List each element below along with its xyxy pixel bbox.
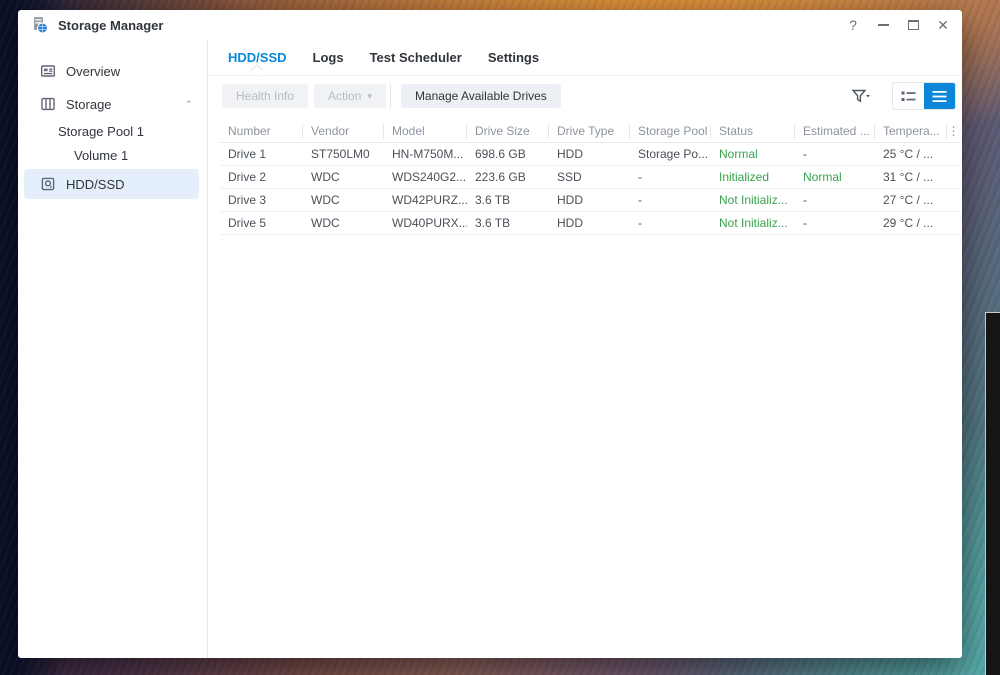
sidebar-item-overview[interactable]: Overview	[18, 56, 207, 86]
list-view-button[interactable]	[924, 83, 955, 109]
drive-table: Number Vendor Model Drive Size Drive Type Sto…	[220, 120, 960, 235]
table-cell: WDS240G2...	[392, 170, 467, 184]
maximize-icon	[907, 20, 919, 30]
table-row[interactable]: Drive 3 WDC WD42PURZ... 3.6 TB HDD - Not Initi…	[220, 189, 960, 212]
sidebar-item-label: Storage	[66, 96, 112, 112]
sidebar-item-label: Overview	[66, 63, 121, 79]
table-cell: HDD	[557, 193, 583, 207]
table-cell: -	[803, 193, 807, 207]
window-controls: ? ✕	[846, 18, 950, 32]
table-cell: SSD	[557, 170, 582, 184]
column-header-estimated[interactable]: Estimated ...	[795, 123, 875, 139]
detail-view-button[interactable]	[893, 83, 924, 109]
column-header-model[interactable]: Model	[384, 123, 467, 139]
main-content: HDD/SSD Logs Test Scheduler Settings Hea…	[208, 40, 962, 658]
storage-icon	[40, 96, 56, 112]
background-window-edge	[985, 312, 1000, 675]
toolbar-separator	[389, 84, 391, 108]
sidebar-item-hdd-ssd[interactable]: HDD/SSD	[24, 169, 199, 199]
table-cell: Drive 2	[228, 170, 267, 184]
drive-table-body: Drive 1 ST750LM0 HN-M750M... 698.6 GB HDD Sto…	[220, 143, 960, 235]
table-cell: 3.6 TB	[475, 193, 511, 207]
table-cell: WDC	[311, 193, 340, 207]
toolbar: Health Info Action ▾ Manage Available Dr…	[208, 76, 962, 116]
tab-logs[interactable]: Logs	[313, 50, 344, 65]
overview-icon	[40, 63, 56, 79]
minimize-icon	[877, 24, 889, 26]
table-cell: WDC	[311, 170, 340, 184]
minimize-button[interactable]	[876, 18, 890, 32]
table-cell: WDC	[311, 216, 340, 230]
tab-bar: HDD/SSD Logs Test Scheduler Settings	[208, 40, 962, 76]
table-cell: -	[803, 216, 807, 230]
table-header-row: Number Vendor Model Drive Size Drive Type Sto…	[220, 120, 960, 143]
tab-hdd-ssd[interactable]: HDD/SSD	[228, 50, 287, 65]
window-body: Overview Storage ⌃ Storage Pool 1 Volume…	[18, 40, 962, 658]
table-cell: HDD	[557, 216, 583, 230]
tab-settings[interactable]: Settings	[488, 50, 539, 65]
column-header-vendor[interactable]: Vendor	[303, 123, 384, 139]
chevron-up-icon[interactable]: ⌃	[185, 100, 193, 109]
table-cell: 27 °C / ...	[883, 193, 934, 207]
hdd-icon	[40, 176, 56, 192]
window-title: Storage Manager	[58, 17, 164, 33]
column-header-status[interactable]: Status	[711, 123, 795, 139]
caret-down-icon: ▾	[367, 90, 372, 101]
table-cell: Initialized	[719, 170, 770, 184]
table-cell: 29 °C / ...	[883, 216, 934, 230]
column-header-storage-pool[interactable]: Storage Pool	[630, 123, 711, 139]
table-row[interactable]: Drive 2 WDC WDS240G2... 223.6 GB SSD - Initial…	[220, 166, 960, 189]
table-cell: Storage Po...	[638, 147, 709, 161]
table-cell: -	[638, 170, 642, 184]
sidebar-item-volume-1[interactable]: Volume 1	[18, 143, 207, 167]
toolbar-right	[842, 82, 956, 110]
sidebar-item-storage-pool-1[interactable]: Storage Pool 1	[18, 119, 207, 143]
table-cell: Drive 5	[228, 216, 267, 230]
table-cell: ST750LM0	[311, 147, 370, 161]
view-toggle-group	[892, 82, 956, 110]
title-bar: Storage Manager ? ✕	[18, 10, 962, 40]
table-cell: 25 °C / ...	[883, 147, 934, 161]
column-options-icon[interactable]: ⋮	[947, 124, 960, 139]
table-cell: -	[803, 147, 807, 161]
action-button[interactable]: Action ▾	[314, 84, 386, 108]
maximize-button[interactable]	[906, 18, 920, 32]
close-button[interactable]: ✕	[936, 18, 950, 32]
table-row[interactable]: Drive 1 ST750LM0 HN-M750M... 698.6 GB HDD Sto…	[220, 143, 960, 166]
sidebar-item-storage[interactable]: Storage ⌃	[18, 89, 207, 119]
column-header-drive-size[interactable]: Drive Size	[467, 123, 549, 139]
storage-manager-window: Storage Manager ? ✕ Overview Storage ⌃ S…	[18, 10, 962, 658]
table-cell: 31 °C / ...	[883, 170, 934, 184]
manage-available-drives-button[interactable]: Manage Available Drives	[400, 84, 561, 108]
table-cell: 3.6 TB	[475, 216, 511, 230]
column-header-drive-type[interactable]: Drive Type	[549, 123, 630, 139]
table-cell: Normal	[719, 147, 758, 161]
table-cell: -	[638, 193, 642, 207]
help-button[interactable]: ?	[846, 18, 860, 32]
table-cell: WD40PURX...	[392, 216, 467, 230]
table-cell: WD42PURZ...	[392, 193, 467, 207]
tab-test-scheduler[interactable]: Test Scheduler	[370, 50, 462, 65]
table-cell: Drive 3	[228, 193, 267, 207]
table-cell: 223.6 GB	[475, 170, 526, 184]
table-cell: HN-M750M...	[392, 147, 464, 161]
column-header-number[interactable]: Number	[220, 123, 303, 139]
table-cell: Normal	[803, 170, 842, 184]
sidebar-item-label: HDD/SSD	[66, 176, 125, 192]
column-header-tempera[interactable]: Tempera...	[875, 123, 947, 139]
action-button-label: Action	[328, 89, 362, 103]
filter-button[interactable]	[842, 83, 880, 109]
table-cell: Not Initializ...	[719, 193, 788, 207]
storage-manager-app-icon	[30, 15, 50, 35]
table-cell: 698.6 GB	[475, 147, 526, 161]
table-row[interactable]: Drive 5 WDC WD40PURX... 3.6 TB HDD - Not Initi…	[220, 212, 960, 235]
table-cell: HDD	[557, 147, 583, 161]
desktop-wallpaper: Storage Manager ? ✕ Overview Storage ⌃ S…	[0, 0, 1000, 675]
table-cell: -	[638, 216, 642, 230]
health-info-button[interactable]: Health Info	[222, 84, 309, 108]
table-cell: Not Initializ...	[719, 216, 788, 230]
table-cell: Drive 1	[228, 147, 267, 161]
sidebar: Overview Storage ⌃ Storage Pool 1 Volume…	[18, 40, 208, 658]
